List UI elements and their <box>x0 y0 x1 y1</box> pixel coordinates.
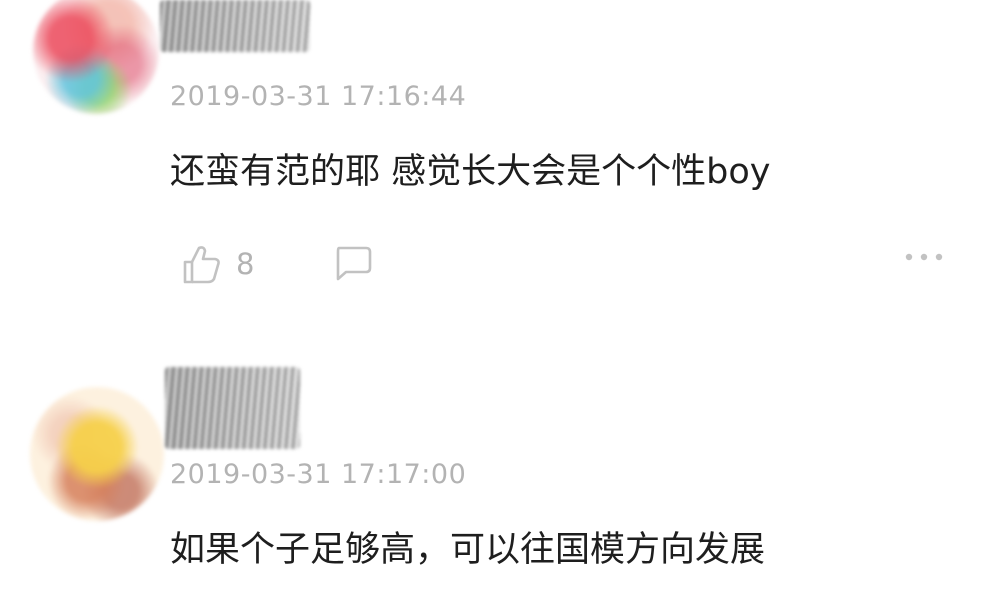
comment-item: 2019-03-31 17:17:00 如果个子足够高，可以往国模方向发展 <box>0 355 992 607</box>
comment-item: 2019-03-31 17:16:44 还蛮有范的耶 感觉长大会是个个性boy … <box>0 0 992 330</box>
username-blurred[interactable] <box>160 0 310 52</box>
more-options-button[interactable] <box>904 248 944 267</box>
comment-text: 还蛮有范的耶 感觉长大会是个个性boy <box>170 152 771 192</box>
comment-bubble-icon <box>336 246 372 281</box>
comment-text: 如果个子足够高，可以往国模方向发展 <box>170 530 766 570</box>
like-count: 8 <box>236 247 255 281</box>
comment-timestamp: 2019-03-31 17:17:00 <box>170 459 467 490</box>
username-blurred[interactable] <box>165 367 300 449</box>
like-button[interactable]: 8 <box>182 240 254 288</box>
avatar[interactable] <box>30 387 164 521</box>
thumbs-up-icon <box>183 246 220 284</box>
reply-button[interactable] <box>332 244 374 288</box>
more-dots-icon <box>905 253 943 261</box>
comment-timestamp: 2019-03-31 17:16:44 <box>170 81 467 112</box>
avatar[interactable] <box>33 0 159 114</box>
comment-actions: 8 <box>0 240 992 288</box>
